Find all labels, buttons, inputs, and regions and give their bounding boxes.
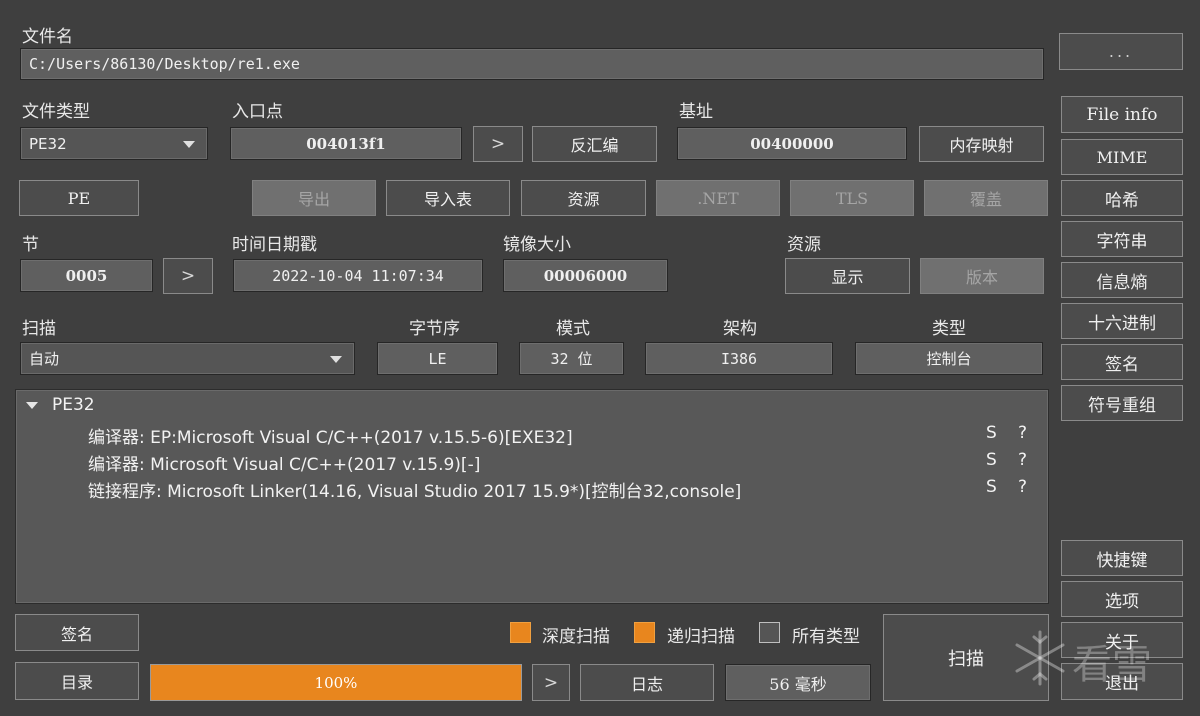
file-path-field[interactable]: C:/Users/86130/Desktop/re1.exe — [20, 48, 1044, 80]
resource-label: 资源 — [787, 235, 821, 255]
base-address-field[interactable]: 00400000 — [677, 127, 907, 160]
chevron-right-icon: > — [490, 134, 506, 154]
file-info-button[interactable]: File info — [1061, 96, 1183, 133]
result-row-sig[interactable]: S — [986, 477, 997, 497]
progress-arrow-button[interactable]: > — [532, 664, 570, 701]
scan-mode-select[interactable]: 自动 — [20, 342, 355, 375]
sections-arrow-button[interactable]: > — [163, 258, 213, 294]
result-row-info[interactable]: ? — [1018, 450, 1027, 470]
memory-map-button[interactable]: 内存映射 — [919, 126, 1044, 162]
options-button[interactable]: 选项 — [1061, 581, 1183, 617]
overlay-button[interactable]: 覆盖 — [924, 180, 1048, 216]
mode-label: 模式 — [556, 319, 590, 339]
endian-label: 字节序 — [409, 319, 460, 339]
type-field[interactable]: 控制台 — [855, 342, 1043, 375]
result-row-text[interactable]: 链接程序: Microsoft Linker(14.16, Visual Stu… — [88, 477, 741, 502]
tls-button[interactable]: TLS — [790, 180, 914, 216]
export-button[interactable]: 导出 — [252, 180, 376, 216]
scan-button[interactable]: 扫描 — [883, 614, 1049, 701]
resources-button[interactable]: 资源 — [521, 180, 646, 216]
mime-button[interactable]: MIME — [1061, 139, 1183, 175]
arch-label: 架构 — [723, 319, 757, 339]
timestamp-label: 时间日期戳 — [232, 235, 317, 255]
sections-label: 节 — [22, 235, 39, 255]
file-type-select[interactable]: PE32 — [20, 127, 208, 160]
disassemble-button[interactable]: 反汇编 — [532, 126, 657, 162]
directory-button[interactable]: 目录 — [15, 662, 139, 700]
recursive-scan-label: 递归扫描 — [667, 627, 735, 647]
timestamp-field[interactable]: 2022-10-04 11:07:34 — [233, 259, 483, 292]
result-row-sig[interactable]: S — [986, 423, 997, 443]
result-row-info[interactable]: ? — [1018, 423, 1027, 443]
progress-bar: 100% — [150, 664, 522, 701]
hash-button[interactable]: 哈希 — [1061, 180, 1183, 216]
sections-field[interactable]: 0005 — [20, 259, 153, 292]
base-address-label: 基址 — [679, 102, 713, 122]
pe-button[interactable]: PE — [19, 180, 139, 216]
elapsed-time-field: 56 毫秒 — [725, 664, 871, 701]
chevron-down-icon — [330, 355, 342, 363]
result-row-info[interactable]: ? — [1018, 477, 1027, 497]
resource-show-button[interactable]: 显示 — [785, 258, 910, 294]
resource-version-button[interactable]: 版本 — [920, 258, 1044, 294]
scan-label: 扫描 — [22, 319, 56, 339]
file-name-label: 文件名 — [22, 27, 73, 47]
entry-point-label: 入口点 — [232, 102, 283, 122]
browse-button[interactable]: ... — [1059, 33, 1183, 70]
recursive-scan-checkbox[interactable] — [634, 622, 655, 643]
about-button[interactable]: 关于 — [1061, 622, 1183, 658]
scan-mode-value: 自动 — [29, 350, 60, 368]
endian-field[interactable]: LE — [377, 342, 498, 375]
signature-button[interactable]: 签名 — [1061, 344, 1183, 380]
hex-button[interactable]: 十六进制 — [1061, 303, 1183, 339]
chevron-right-icon: > — [543, 672, 559, 693]
import-button[interactable]: 导入表 — [386, 180, 510, 216]
progress-text: 100% — [314, 673, 358, 692]
result-row-text[interactable]: 编译器: EP:Microsoft Visual C/C++(2017 v.15… — [88, 423, 573, 448]
shortcuts-button[interactable]: 快捷键 — [1061, 540, 1183, 576]
all-types-label: 所有类型 — [792, 627, 860, 647]
log-button[interactable]: 日志 — [580, 664, 714, 701]
result-row-sig[interactable]: S — [986, 450, 997, 470]
net-button[interactable]: .NET — [656, 180, 780, 216]
image-size-label: 镜像大小 — [503, 235, 571, 255]
results-root[interactable]: PE32 — [52, 395, 95, 415]
file-type-value: PE32 — [29, 134, 67, 153]
exit-button[interactable]: 退出 — [1061, 663, 1183, 700]
entropy-button[interactable]: 信息熵 — [1061, 262, 1183, 298]
result-row-text[interactable]: 编译器: Microsoft Visual C/C++(2017 v.15.9)… — [88, 450, 480, 475]
type-label: 类型 — [932, 319, 966, 339]
demangle-button[interactable]: 符号重组 — [1061, 385, 1183, 421]
chevron-down-icon — [183, 140, 195, 148]
all-types-checkbox[interactable] — [759, 622, 780, 643]
mode-field[interactable]: 32 位 — [519, 342, 624, 375]
bottom-signature-button[interactable]: 签名 — [15, 614, 139, 651]
strings-button[interactable]: 字符串 — [1061, 221, 1183, 257]
entry-point-field[interactable]: 004013f1 — [230, 127, 462, 160]
entry-point-arrow-button[interactable]: > — [473, 126, 523, 162]
deep-scan-label: 深度扫描 — [542, 627, 610, 647]
image-size-field[interactable]: 00006000 — [503, 259, 668, 292]
triangle-down-icon[interactable] — [26, 402, 38, 409]
file-type-label: 文件类型 — [22, 102, 90, 122]
chevron-right-icon: > — [180, 266, 196, 286]
deep-scan-checkbox[interactable] — [510, 622, 531, 643]
arch-field[interactable]: I386 — [645, 342, 833, 375]
